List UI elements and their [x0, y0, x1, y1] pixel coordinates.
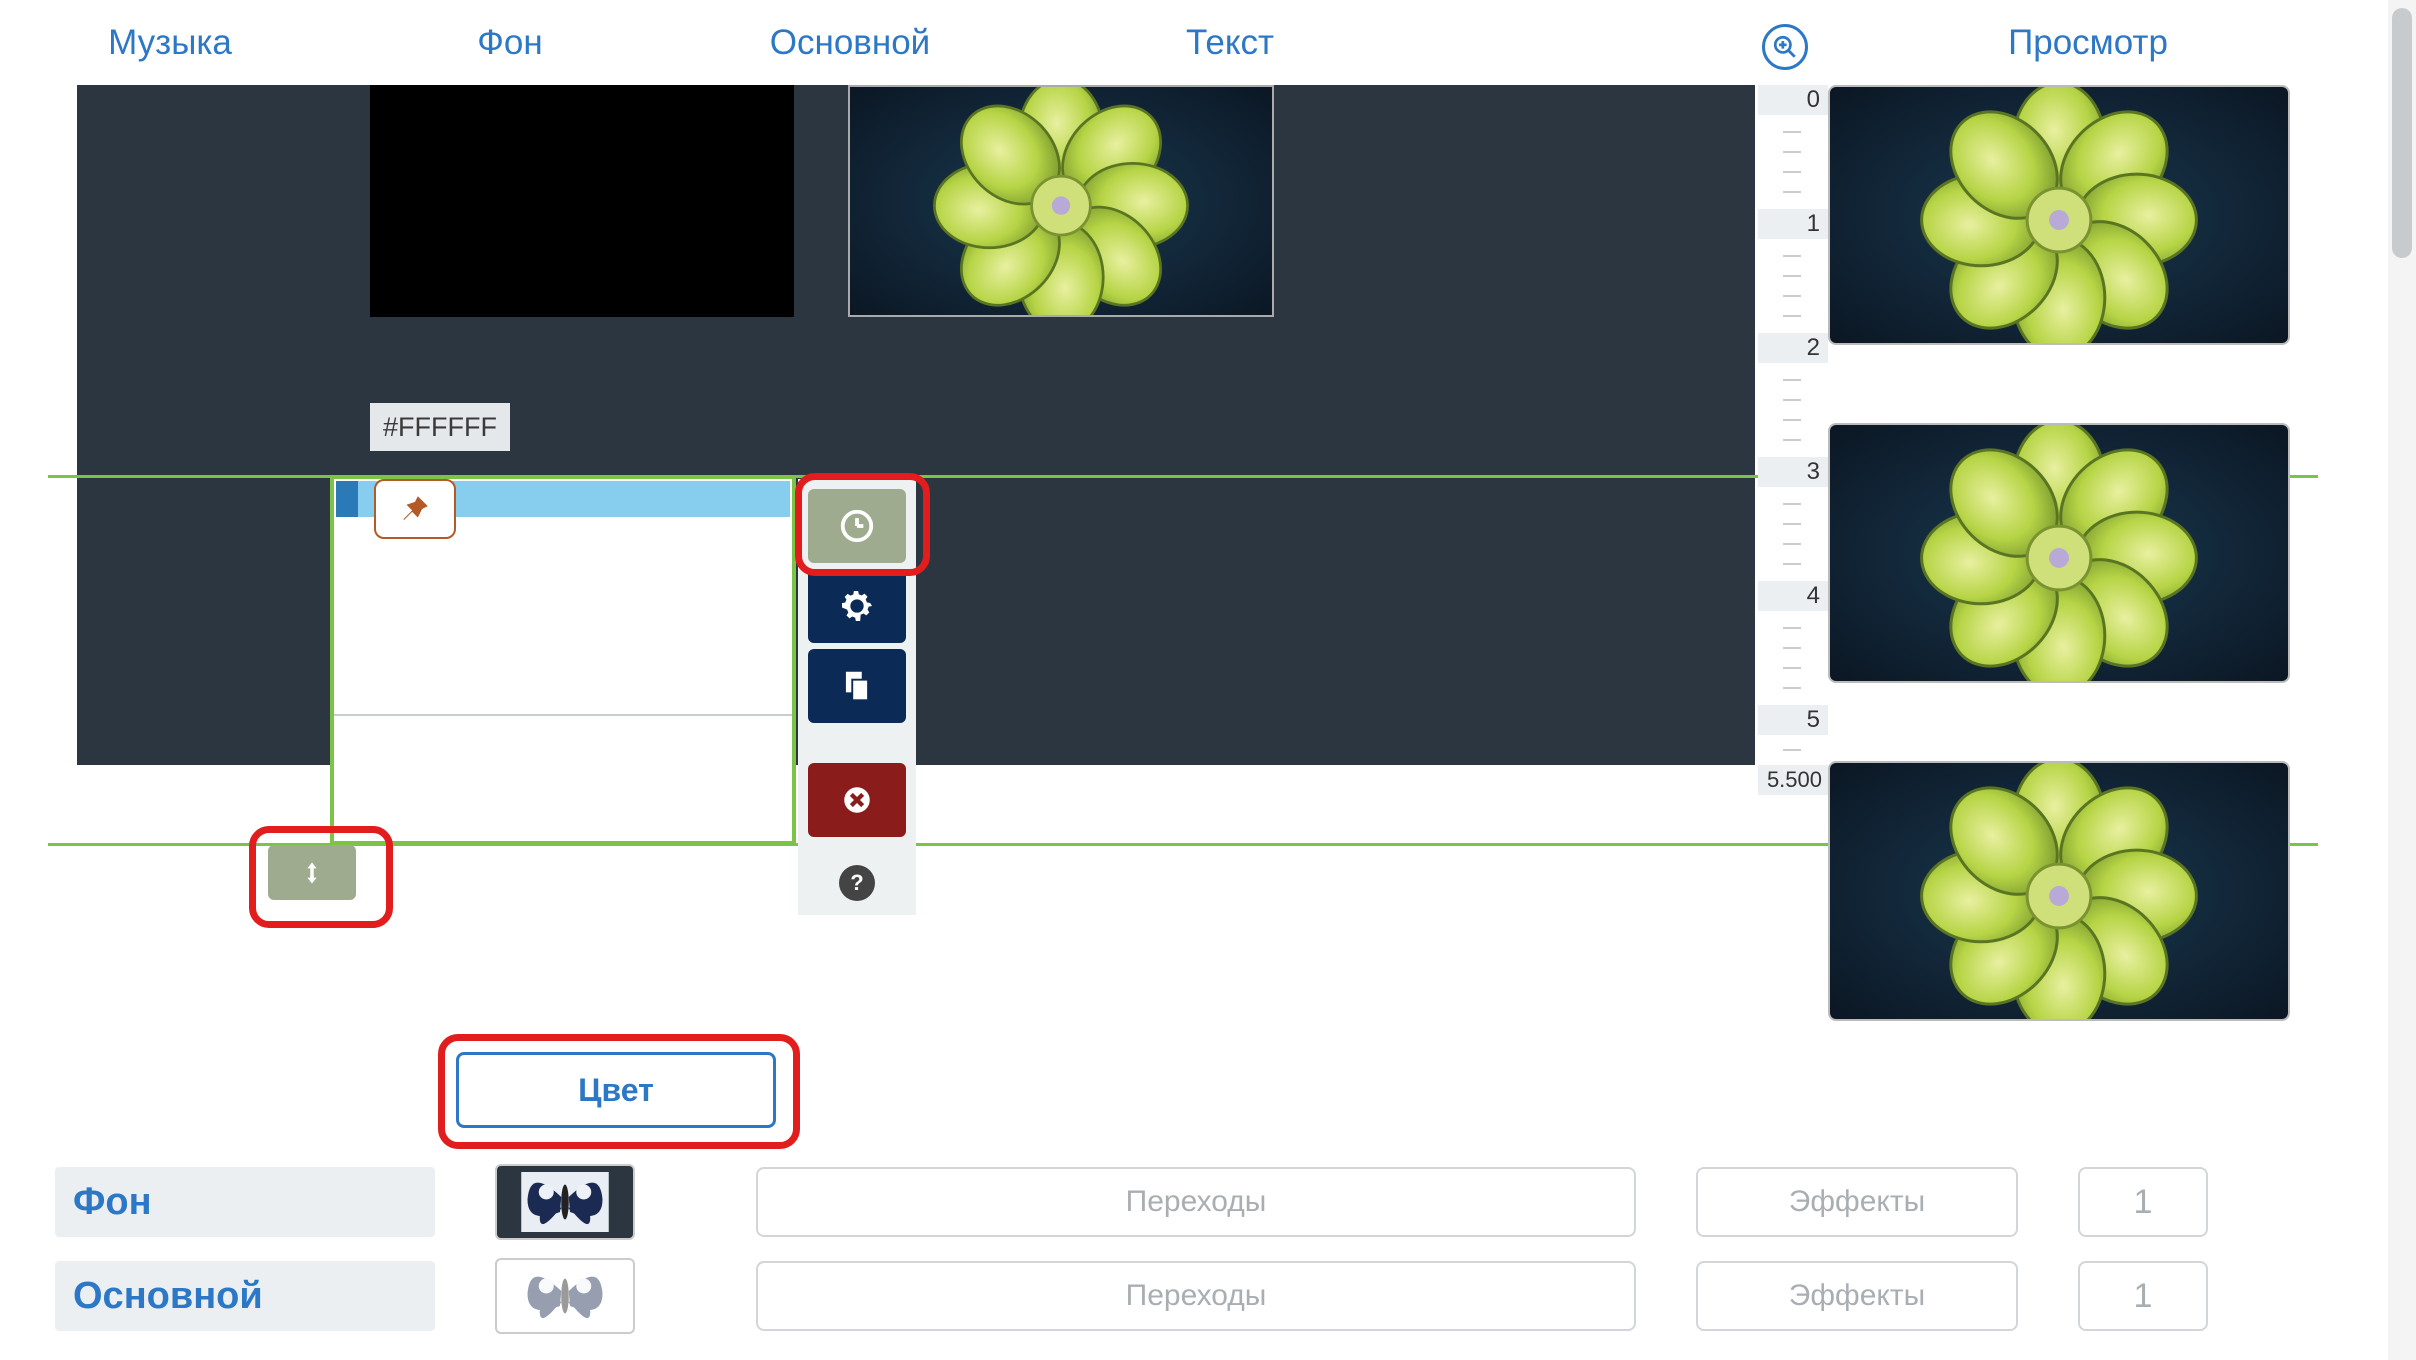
effects-button[interactable]: Эффекты [1696, 1261, 2018, 1331]
ruler-tick: 4 [1758, 581, 1828, 611]
effects-button[interactable]: Эффекты [1696, 1167, 2018, 1237]
vertical-scrollbar[interactable] [2388, 0, 2416, 1360]
copy-icon [838, 667, 876, 705]
tab-text[interactable]: Текст [1020, 23, 1440, 63]
clock-icon [838, 507, 876, 545]
ruler-tick: 3 [1758, 457, 1828, 487]
layer-thumbnail[interactable] [495, 1164, 635, 1240]
scrollbar-thumb[interactable] [2392, 8, 2412, 258]
main-clip-thumbnail[interactable] [848, 85, 1274, 317]
timeline-area: #FFFFFF [0, 85, 2416, 845]
delete-icon [840, 783, 874, 817]
tab-main[interactable]: Основной [680, 23, 1020, 63]
color-button[interactable]: Цвет [456, 1052, 776, 1128]
effects-count: 1 [2078, 1261, 2208, 1331]
transitions-button[interactable]: Переходы [756, 1167, 1636, 1237]
tabs-row: Музыка Фон Основной Текст Просмотр [0, 0, 2416, 85]
ruler-end-label: 5.500 [1758, 765, 1828, 795]
zoom-in-button[interactable] [1762, 24, 1808, 70]
ruler-tick: 0 [1758, 85, 1828, 115]
transitions-button[interactable]: Переходы [756, 1261, 1636, 1331]
settings-button[interactable] [808, 569, 906, 643]
help-button[interactable]: ? [839, 865, 875, 901]
ruler-tick: 5 [1758, 705, 1828, 735]
clip-trim-handle[interactable] [336, 481, 358, 517]
track-text[interactable] [1287, 85, 1755, 765]
layer-label[interactable]: Фон [55, 1167, 435, 1237]
tab-preview[interactable]: Просмотр [1760, 23, 2416, 63]
layer-label[interactable]: Основной [55, 1261, 435, 1331]
tab-background[interactable]: Фон [340, 23, 680, 63]
resize-vertical-icon [298, 854, 326, 892]
pushpin-icon [398, 492, 432, 526]
tab-music[interactable]: Музыка [0, 23, 340, 63]
hex-value-badge: #FFFFFF [370, 403, 510, 451]
preview-thumbnail[interactable] [1828, 423, 2290, 683]
layer-row: Основной Переходы Эффекты 1 [55, 1256, 2368, 1336]
clip-divider [334, 714, 792, 716]
background-color-swatch[interactable] [370, 85, 794, 317]
delete-button[interactable] [808, 763, 906, 837]
magnifier-plus-icon [1772, 34, 1798, 60]
gear-icon [837, 586, 877, 626]
time-ruler: 0 1 2 3 4 5 5.500 [1758, 85, 1828, 865]
timing-button[interactable] [808, 489, 906, 563]
copy-button[interactable] [808, 649, 906, 723]
pin-button[interactable] [374, 479, 456, 539]
track-resize-handle[interactable] [268, 845, 356, 900]
clip-toolbar: ? [798, 479, 916, 915]
preview-column [1828, 85, 2298, 1099]
effects-count: 1 [2078, 1167, 2208, 1237]
preview-thumbnail[interactable] [1828, 85, 2290, 345]
layer-row: Фон Переходы Эффекты 1 [55, 1162, 2368, 1242]
preview-thumbnail[interactable] [1828, 761, 2290, 1021]
ruler-tick: 2 [1758, 333, 1828, 363]
track-music[interactable] [77, 85, 327, 765]
layer-list: Фон Переходы Эффекты 1 Основной Переходы… [55, 1162, 2368, 1350]
ruler-tick: 1 [1758, 209, 1828, 239]
layer-thumbnail[interactable] [495, 1258, 635, 1334]
